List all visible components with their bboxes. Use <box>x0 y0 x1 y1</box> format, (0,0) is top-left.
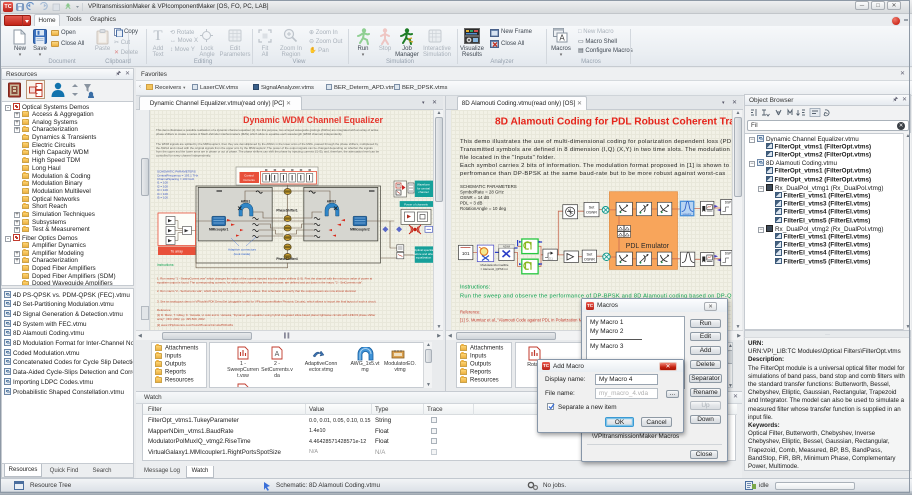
svg-text:Instructions:: Instructions: <box>460 285 491 291</box>
svg-text:Reference:: Reference: <box>157 308 171 312</box>
svg-text:This demo illustrates the use: This demo illustrates the use of multi-d… <box>460 139 731 145</box>
svg-text:Power of channels: Power of channels <box>404 202 428 206</box>
svg-text:(look inside): (look inside) <box>234 252 251 256</box>
svg-text:DSP: DSP <box>725 251 732 255</box>
svg-text:= Alamouti_QPSK.txt: = Alamouti_QPSK.txt <box>481 267 508 271</box>
svg-text:I5 = 100: I5 = 100 <box>157 196 168 200</box>
svg-text:1/2.1: 1/2.1 <box>547 258 553 261</box>
svg-text:PhaseShifter1: PhaseShifter1 <box>276 209 297 213</box>
svg-text:2. Run macro "2 - SetCurrents.: 2. Run macro "2 - SetCurrents.vda", whic… <box>157 289 357 293</box>
svg-text:equalization: equalization <box>416 256 432 260</box>
svg-text:equalizer output is found. The: equalizer output is found. The correspon… <box>157 281 363 285</box>
svg-text:MMIcoupler2: MMIcoupler2 <box>350 228 370 232</box>
svg-text:Currents: Currents <box>243 178 255 182</box>
svg-text:wavefor: wavefor <box>682 212 691 216</box>
svg-text:file located in the "Inputs" f: file located in the "Inputs" folder. <box>460 155 555 161</box>
svg-text:101: 101 <box>462 251 470 256</box>
svg-text:phase shifters to create a ser: phase shifters to create a series of Mac… <box>156 132 343 136</box>
svg-text:PDL Emulator: PDL Emulator <box>626 243 670 250</box>
svg-text:Dynamic WDM Channel Equalizer: Dynamic WDM Channel Equalizer <box>243 115 383 125</box>
svg-text:Each symbol carries 2 bits of: Each symbol carries 2 bits of informatio… <box>460 163 730 169</box>
svg-text:PDL = 3 dB: PDL = 3 dB <box>460 201 482 206</box>
svg-text:A: A <box>275 351 280 358</box>
svg-text:MMIcoupler1: MMIcoupler1 <box>209 228 229 232</box>
svg-text:Set: Set <box>589 206 596 210</box>
svg-text:8D Alamouti Coding for PDL Rob: 8D Alamouti Coding for PDL Robust Cohere… <box>495 117 732 128</box>
svg-text:[2] www.VPIphotonics.com/Tools: [2] www.VPIphotonics.com/Tools/PhotonicC… <box>157 323 234 327</box>
svg-text:RotationAngle = 10 deg: RotationAngle = 10 deg <box>460 206 507 211</box>
svg-text:OSNR = 14 dB: OSNR = 14 dB <box>460 195 489 200</box>
svg-text:Instructions:: Instructions: <box>157 263 174 267</box>
svg-text:SCHEMATIC PARAMETERS: SCHEMATIC PARAMETERS <box>460 184 517 189</box>
svg-text:Reference:: Reference: <box>460 310 480 315</box>
svg-text:To array: To array <box>171 249 184 253</box>
svg-text:channel: channel <box>418 190 428 194</box>
svg-text:3. See an analogous demo in VP: 3. See an analogous demo in VPItoolkit P… <box>157 300 377 304</box>
svg-text:perfromance than DP-BPSK at t: perfromance than DP-BPSK at the same bau… <box>460 171 726 177</box>
svg-text:A: A <box>559 34 565 43</box>
svg-text:DSP: DSP <box>725 200 732 204</box>
svg-text:OSNR: OSNR <box>584 257 595 261</box>
svg-text:NDIM: NDIM <box>503 244 511 248</box>
svg-text:array", OFC 2002, pp. 495-509,: array", OFC 2002, pp. 495-509, 2002. <box>157 317 206 321</box>
svg-text:Transmitted symbols are define: Transmitted symbols are defined in 8 dim… <box>460 147 730 153</box>
svg-text:OSNR: OSNR <box>586 211 597 215</box>
svg-text:Set: Set <box>587 252 594 256</box>
svg-text:controlled for every channel i: controlled for every channel independent… <box>156 153 211 157</box>
svg-text:PhaseShifter4: PhaseShifter4 <box>276 257 297 261</box>
svg-text:SymbolRate = 28 GHz: SymbolRate = 28 GHz <box>460 190 504 195</box>
